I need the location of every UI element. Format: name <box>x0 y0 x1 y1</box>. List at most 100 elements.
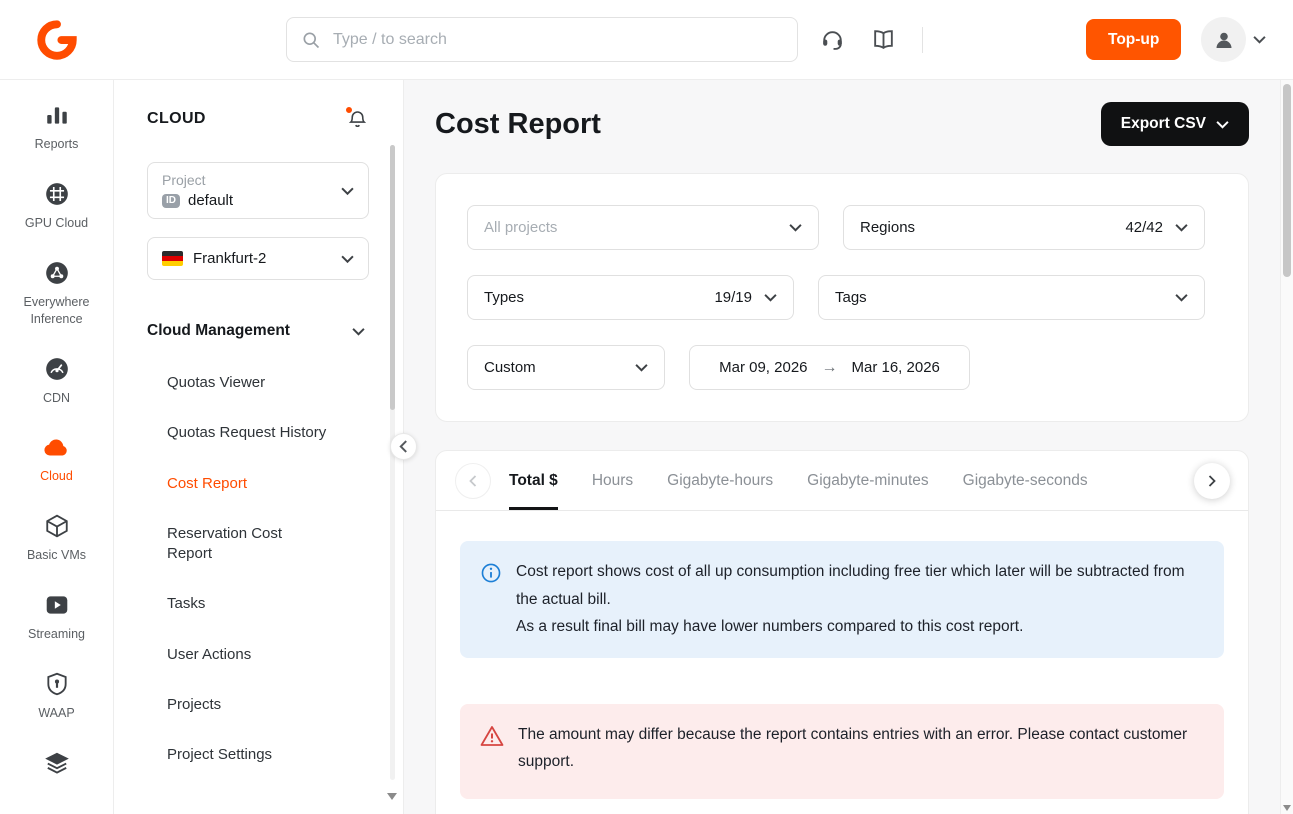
notification-dot <box>344 105 354 115</box>
rail-item-reports[interactable]: Reports <box>0 92 113 163</box>
tab-gigabyte-hours[interactable]: Gigabyte-hours <box>667 451 773 510</box>
search-box[interactable] <box>286 17 798 62</box>
rail-label: CDN <box>43 390 70 407</box>
section-cloud-management[interactable]: Cloud Management <box>147 322 369 340</box>
layers-icon <box>44 750 70 776</box>
types-filter-count: 19/19 <box>714 289 752 306</box>
rail-label: GPU Cloud <box>25 215 88 232</box>
sidebar-scrollbar-thumb[interactable] <box>390 145 395 410</box>
speedometer-icon <box>44 356 70 382</box>
rail-label: Basic VMs <box>27 547 86 564</box>
sidebar-item-project-settings[interactable]: Project Settings <box>147 730 369 780</box>
warning-banner: The amount may differ because the report… <box>460 704 1224 799</box>
inference-network-icon <box>44 260 70 286</box>
warning-banner-text: The amount may differ because the report… <box>518 721 1204 776</box>
sidebar-item-user-actions[interactable]: User Actions <box>147 630 369 680</box>
sidebar-scroll-down-arrow[interactable] <box>387 793 397 800</box>
info-icon <box>480 562 502 584</box>
project-selector-value: default <box>188 192 233 209</box>
regions-filter-count: 42/42 <box>1125 219 1163 236</box>
rail-item-more[interactable] <box>0 740 113 786</box>
tags-filter-label: Tags <box>835 289 867 306</box>
tab-total[interactable]: Total $ <box>509 451 558 510</box>
docs-book-icon[interactable] <box>871 27 896 52</box>
chevron-down-icon <box>1253 35 1266 44</box>
person-icon <box>1212 28 1236 52</box>
period-dropdown[interactable]: Custom <box>467 345 665 390</box>
types-filter-dropdown[interactable]: Types 19/19 <box>467 275 794 320</box>
tabs-scroll-left-button[interactable] <box>455 463 491 499</box>
regions-filter-dropdown[interactable]: Regions 42/42 <box>843 205 1205 250</box>
period-value: Custom <box>484 359 536 376</box>
info-banner-text: Cost report shows cost of all up consump… <box>516 558 1204 641</box>
rail-item-cdn[interactable]: CDN <box>0 346 113 417</box>
sidebar-item-quotas-viewer[interactable]: Quotas Viewer <box>147 358 369 408</box>
region-selector-value: Frankfurt-2 <box>193 250 266 267</box>
sidebar-item-projects[interactable]: Projects <box>147 680 369 730</box>
project-selector[interactable]: Project ID default <box>147 162 369 219</box>
chevron-right-icon <box>1208 475 1216 487</box>
projects-filter-dropdown[interactable]: All projects <box>467 205 819 250</box>
sidebar-item-quotas-request-history[interactable]: Quotas Request History <box>147 408 369 458</box>
sidebar-menu: Quotas Viewer Quotas Request History Cos… <box>147 358 369 780</box>
notifications-bell-icon[interactable] <box>347 108 369 130</box>
logo-mark-icon <box>36 19 78 61</box>
gcore-logo[interactable] <box>0 19 114 61</box>
warning-triangle-icon <box>480 725 504 747</box>
tab-hours[interactable]: Hours <box>592 451 633 510</box>
export-csv-button[interactable]: Export CSV <box>1101 102 1249 146</box>
avatar <box>1201 17 1246 62</box>
info-banner-line1: Cost report shows cost of all up consump… <box>516 558 1204 613</box>
regions-filter-label: Regions <box>860 219 915 236</box>
tab-gigabyte-minutes[interactable]: Gigabyte-minutes <box>807 451 928 510</box>
app-body: Reports GPU Cloud Everywhere Inference <box>0 80 1293 814</box>
chevron-down-icon <box>1216 120 1229 129</box>
product-rail: Reports GPU Cloud Everywhere Inference <box>0 80 114 814</box>
region-selector[interactable]: Frankfurt-2 <box>147 237 369 280</box>
chevron-down-icon <box>789 223 802 232</box>
projects-filter-placeholder: All projects <box>484 219 557 236</box>
cube-icon <box>44 513 70 539</box>
sidebar-item-reservation-cost-report[interactable]: Reservation Cost Report <box>147 509 317 580</box>
rail-label: WAAP <box>38 705 74 722</box>
rail-item-waap[interactable]: WAAP <box>0 661 113 732</box>
sidebar-item-cost-report[interactable]: Cost Report <box>147 459 369 509</box>
info-banner: Cost report shows cost of all up consump… <box>460 541 1224 658</box>
germany-flag-icon <box>162 251 183 266</box>
search-input[interactable] <box>333 31 783 49</box>
tags-filter-dropdown[interactable]: Tags <box>818 275 1205 320</box>
rail-item-everywhere-inference[interactable]: Everywhere Inference <box>0 250 113 338</box>
rail-item-streaming[interactable]: Streaming <box>0 582 113 653</box>
chevron-down-icon <box>764 293 777 302</box>
rail-item-cloud[interactable]: Cloud <box>0 424 113 495</box>
sidebar-item-tasks[interactable]: Tasks <box>147 579 369 629</box>
support-headset-icon[interactable] <box>820 27 845 52</box>
rail-label: Reports <box>35 136 79 153</box>
shield-icon <box>44 671 70 697</box>
topbar-divider <box>922 27 923 53</box>
report-panel: Total $ Hours Gigabyte-hours Gigabyte-mi… <box>435 450 1249 814</box>
top-up-button[interactable]: Top-up <box>1086 19 1181 60</box>
export-csv-label: Export CSV <box>1121 115 1206 133</box>
info-banner-line2: As a result final bill may have lower nu… <box>516 613 1204 641</box>
arrow-right-icon: → <box>822 359 838 377</box>
main-content: Cost Report Export CSV All projects Regi… <box>404 80 1293 814</box>
account-menu[interactable] <box>1201 17 1266 62</box>
sidebar-collapse-button[interactable] <box>390 433 417 460</box>
unit-tabs: Total $ Hours Gigabyte-hours Gigabyte-mi… <box>509 451 1088 510</box>
window-scrollbar[interactable] <box>1280 80 1293 814</box>
rail-item-basic-vms[interactable]: Basic VMs <box>0 503 113 574</box>
chevron-down-icon <box>635 363 648 372</box>
tabs-scroll-right-button[interactable] <box>1194 463 1230 499</box>
rail-item-gpu-cloud[interactable]: GPU Cloud <box>0 171 113 242</box>
reports-icon <box>44 102 70 128</box>
gpu-chip-icon <box>44 181 70 207</box>
rail-label: Cloud <box>40 468 73 485</box>
tab-gigabyte-seconds[interactable]: Gigabyte-seconds <box>963 451 1088 510</box>
sidebar-scrollbar[interactable] <box>390 145 395 780</box>
window-scrollbar-thumb[interactable] <box>1283 84 1291 277</box>
topbar: Top-up <box>0 0 1293 80</box>
cloud-icon <box>42 434 71 460</box>
date-range-picker[interactable]: Mar 09, 2026 → Mar 16, 2026 <box>689 345 970 390</box>
window-scroll-down-arrow[interactable] <box>1283 805 1291 811</box>
